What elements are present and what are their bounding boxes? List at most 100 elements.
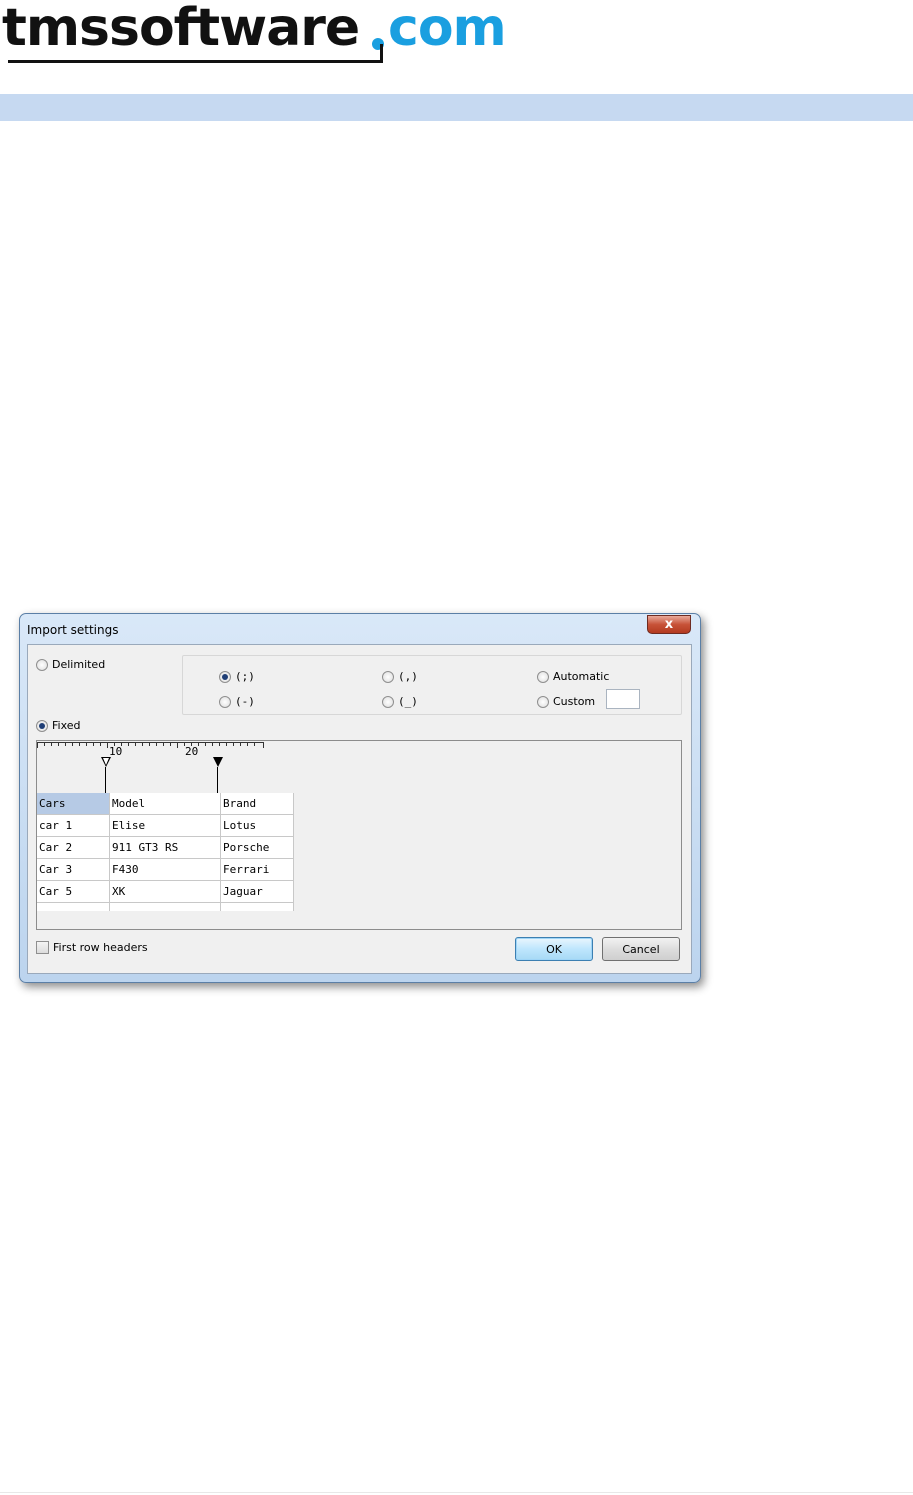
ruler-tick xyxy=(170,742,171,746)
cancel-button[interactable]: Cancel xyxy=(602,937,680,961)
grid-cell[interactable]: Lotus xyxy=(220,814,294,837)
delimiter-label: (,) xyxy=(398,670,418,683)
checkbox-icon xyxy=(36,941,49,954)
delimited-radio[interactable]: Delimited xyxy=(36,658,105,671)
radio-icon xyxy=(219,695,231,708)
table-row-empty xyxy=(37,902,294,911)
delimiter-radio-automatic[interactable]: Automatic xyxy=(537,670,609,683)
ruler-tick xyxy=(44,742,45,746)
ruler-tick xyxy=(86,742,87,746)
ruler-tick xyxy=(65,742,66,746)
table-row[interactable]: Car 5 XK Jaguar xyxy=(37,880,294,903)
grid-cell[interactable]: Model xyxy=(109,793,221,815)
grid-cell[interactable]: XK xyxy=(109,880,221,903)
delimiter-label: (-) xyxy=(235,695,255,708)
radio-icon xyxy=(219,670,231,683)
ruler-tick xyxy=(240,742,241,746)
grid-cell[interactable]: Elise xyxy=(109,814,221,837)
grid-cell[interactable]: Jaguar xyxy=(220,880,294,903)
ruler-tick xyxy=(135,742,136,746)
ruler-tick xyxy=(37,742,38,748)
radio-icon xyxy=(36,658,48,671)
column-marker-line xyxy=(217,767,218,793)
column-ruler[interactable]: 10 20 xyxy=(37,741,267,761)
dialog-title: Import settings xyxy=(27,623,119,637)
custom-delimiter-input[interactable] xyxy=(606,689,640,709)
table-row[interactable]: car 1 Elise Lotus xyxy=(37,814,294,837)
grid-cell[interactable]: Car 3 xyxy=(37,858,110,881)
radio-icon xyxy=(36,719,48,732)
delimited-label: Delimited xyxy=(52,658,106,671)
delimiter-radio-semicolon[interactable]: (;) xyxy=(219,670,255,683)
close-button[interactable]: x xyxy=(647,615,691,634)
ruler-tick xyxy=(226,742,227,746)
delimiter-radio-dash[interactable]: (-) xyxy=(219,695,255,708)
ruler-tick xyxy=(247,742,248,746)
grid-cell[interactable]: Ferrari xyxy=(220,858,294,881)
fixed-radio[interactable]: Fixed xyxy=(36,719,81,732)
grid-cell-empty xyxy=(37,902,110,911)
dialog-titlebar[interactable]: Import settings x xyxy=(20,614,700,644)
ruler-tick xyxy=(128,742,129,746)
delimiter-label: Automatic xyxy=(553,670,610,683)
preview-grid[interactable]: Cars Model Brand car 1 Elise Lotus Car 2… xyxy=(37,793,294,911)
ruler-tick xyxy=(219,742,220,746)
radio-icon xyxy=(382,670,394,683)
table-row[interactable]: Car 2 911 GT3 RS Porsche xyxy=(37,836,294,859)
ruler-tick xyxy=(163,742,164,746)
grid-cell-empty xyxy=(109,902,221,911)
ruler-tick xyxy=(254,742,255,746)
ruler-tick xyxy=(93,742,94,746)
grid-cell[interactable]: Cars xyxy=(37,793,110,815)
grid-cell[interactable]: F430 xyxy=(109,858,221,881)
grid-cell[interactable]: Car 2 xyxy=(37,836,110,859)
logo-main-text: tmssoftware xyxy=(2,0,360,58)
ruler-tick xyxy=(212,742,213,746)
table-row[interactable]: Cars Model Brand xyxy=(37,793,294,815)
radio-icon xyxy=(537,670,549,683)
grid-cell[interactable]: 911 GT3 RS xyxy=(109,836,221,859)
grid-cell[interactable]: Car 5 xyxy=(37,880,110,903)
ruler-label-20: 20 xyxy=(185,745,199,758)
ruler-tick xyxy=(156,742,157,746)
delimiter-label: (;) xyxy=(235,670,255,683)
column-marker-icon[interactable] xyxy=(213,757,223,767)
ruler-tick xyxy=(79,742,80,746)
ruler-tick xyxy=(51,742,52,746)
header-band xyxy=(0,94,913,121)
first-row-headers-checkbox[interactable]: First row headers xyxy=(36,941,148,954)
table-row[interactable]: Car 3 F430 Ferrari xyxy=(37,858,294,881)
radio-icon xyxy=(382,695,394,708)
grid-cell[interactable]: Brand xyxy=(220,793,294,815)
delimiter-label: (_) xyxy=(398,695,418,708)
logo-underline-hook xyxy=(380,44,383,63)
logo-domain-text: com xyxy=(388,0,507,58)
ruler-tick xyxy=(100,742,101,746)
ruler-tick xyxy=(263,742,264,748)
fixed-label: Fixed xyxy=(52,719,81,732)
tmssoftware-logo: tmssoftware com xyxy=(2,0,522,66)
first-row-headers-label: First row headers xyxy=(53,941,148,954)
ruler-tick xyxy=(142,742,143,746)
ruler-tick xyxy=(177,742,178,748)
column-marker-icon[interactable] xyxy=(101,757,111,767)
ruler-tick xyxy=(149,742,150,746)
grid-cell[interactable]: Porsche xyxy=(220,836,294,859)
grid-cell-empty xyxy=(220,902,294,911)
ok-button[interactable]: OK xyxy=(515,937,593,961)
ruler-tick xyxy=(72,742,73,746)
delimiter-radio-underscore[interactable]: (_) xyxy=(382,695,418,708)
ruler-tick xyxy=(107,742,108,748)
logo-underline xyxy=(8,60,383,63)
close-icon: x xyxy=(664,617,674,632)
ruler-tick xyxy=(205,742,206,746)
dialog-client-area: Delimited (;) (,) Automatic (-) (_) Cust… xyxy=(27,644,692,974)
delimiter-label: Custom xyxy=(553,695,596,708)
footer-rule xyxy=(0,1492,913,1493)
delimiter-radio-comma[interactable]: (,) xyxy=(382,670,418,683)
radio-icon xyxy=(537,695,549,708)
ruler-tick xyxy=(233,742,234,746)
delimiter-radio-custom[interactable]: Custom xyxy=(537,695,595,708)
grid-cell[interactable]: car 1 xyxy=(37,814,110,837)
fixed-width-preview[interactable]: 10 20 Cars Model Brand car 1 Elise Lotus xyxy=(36,740,682,930)
